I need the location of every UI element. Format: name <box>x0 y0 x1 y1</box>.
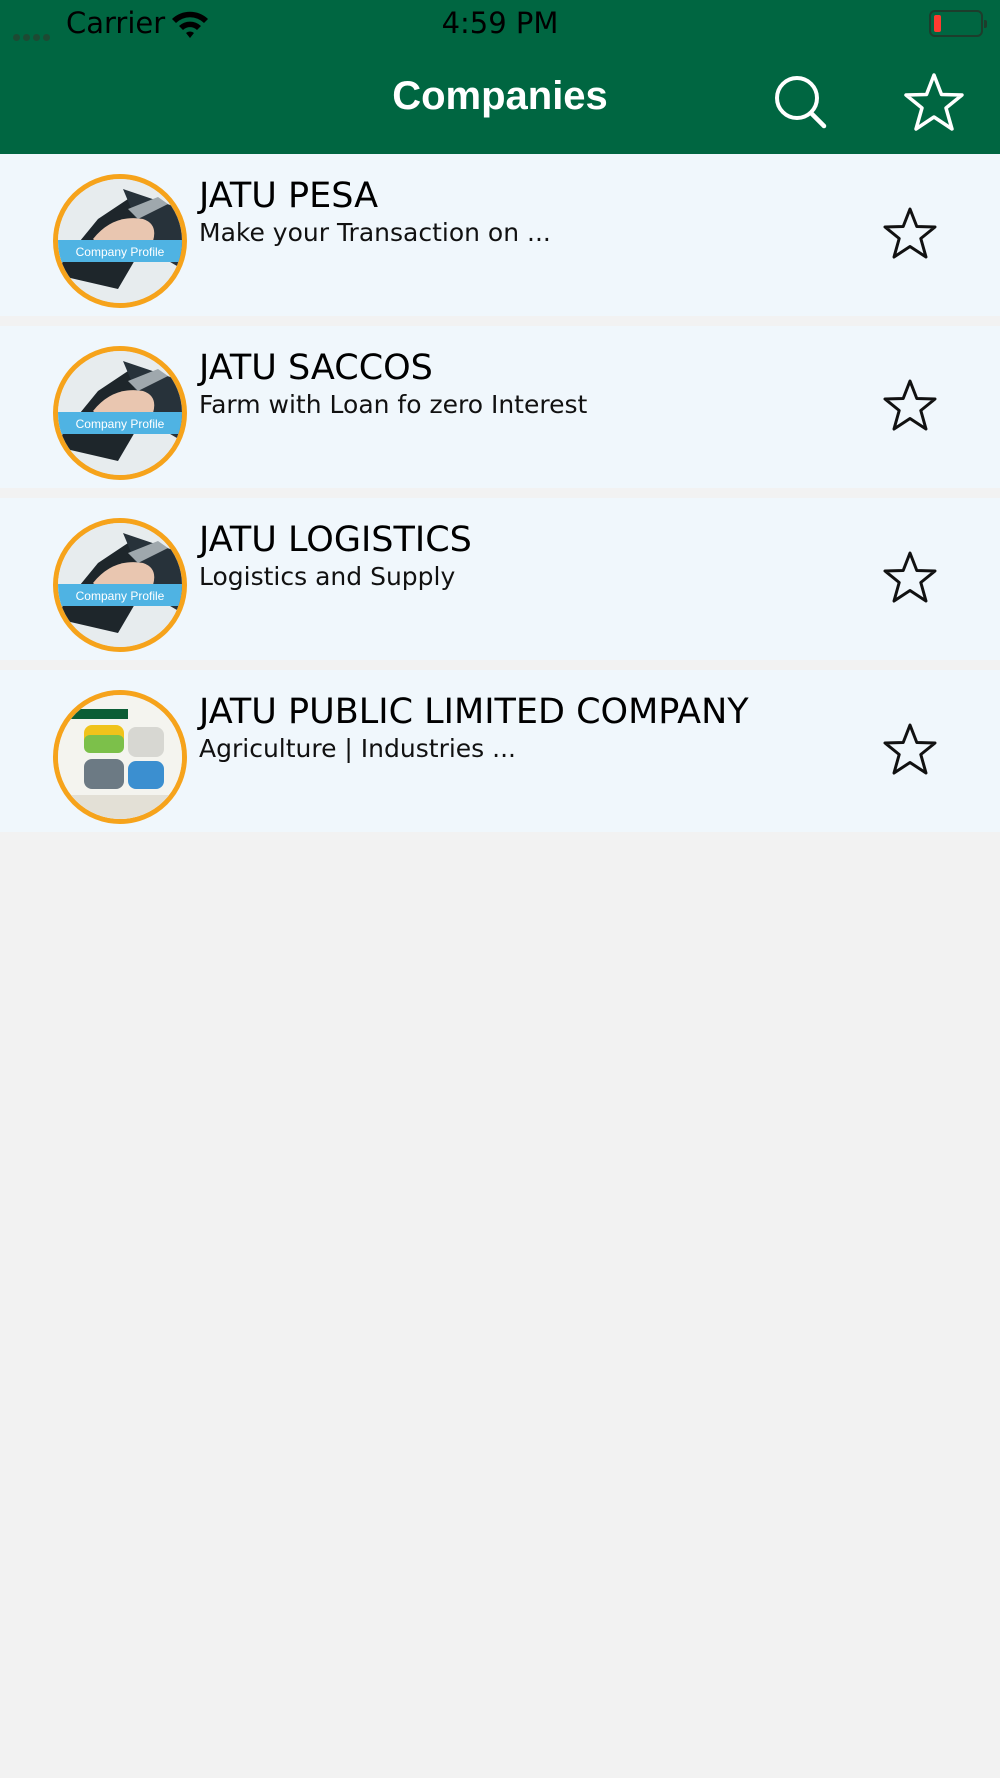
company-avatar: Company Profile <box>53 346 187 480</box>
company-avatar: Company Profile <box>53 518 187 652</box>
company-avatar: Company Profile <box>53 174 187 308</box>
company-list: Company Profile JATU PESA Make your Tran… <box>0 154 1000 842</box>
battery-icon <box>929 10 987 37</box>
company-name: JATU PESA <box>199 176 379 216</box>
favorite-star-icon[interactable] <box>881 378 939 432</box>
search-icon[interactable] <box>772 74 828 130</box>
company-row[interactable]: Company Profile JATU LOGISTICS Logistics… <box>0 498 1000 660</box>
avatar-label: Company Profile <box>76 589 165 603</box>
company-row[interactable]: Company Profile JATU PESA Make your Tran… <box>0 154 1000 316</box>
company-name: JATU LOGISTICS <box>199 520 472 560</box>
avatar-label: Company Profile <box>76 245 165 259</box>
company-description: Farm with Loan fo zero Interest <box>199 390 588 419</box>
navigation-bar: Companies <box>0 46 1000 154</box>
favorite-star-icon[interactable] <box>881 550 939 604</box>
status-bar: Carrier 4:59 PM <box>0 0 1000 46</box>
company-description: Logistics and Supply <box>199 562 456 591</box>
company-avatar <box>53 690 187 824</box>
favorites-star-icon[interactable] <box>902 72 966 132</box>
company-description: Agriculture | Industries ... <box>199 734 516 763</box>
company-name: JATU SACCOS <box>199 348 433 388</box>
company-row[interactable]: JATU PUBLIC LIMITED COMPANY Agriculture … <box>0 670 1000 832</box>
clock: 4:59 PM <box>441 6 559 40</box>
favorite-star-icon[interactable] <box>881 206 939 260</box>
company-description: Make your Transaction on ... <box>199 218 551 247</box>
page-title: Companies <box>392 74 608 118</box>
avatar-label: Company Profile <box>76 417 165 431</box>
company-row[interactable]: Company Profile JATU SACCOS Farm with Lo… <box>0 326 1000 488</box>
favorite-star-icon[interactable] <box>881 722 939 776</box>
company-name: JATU PUBLIC LIMITED COMPANY <box>199 692 749 732</box>
